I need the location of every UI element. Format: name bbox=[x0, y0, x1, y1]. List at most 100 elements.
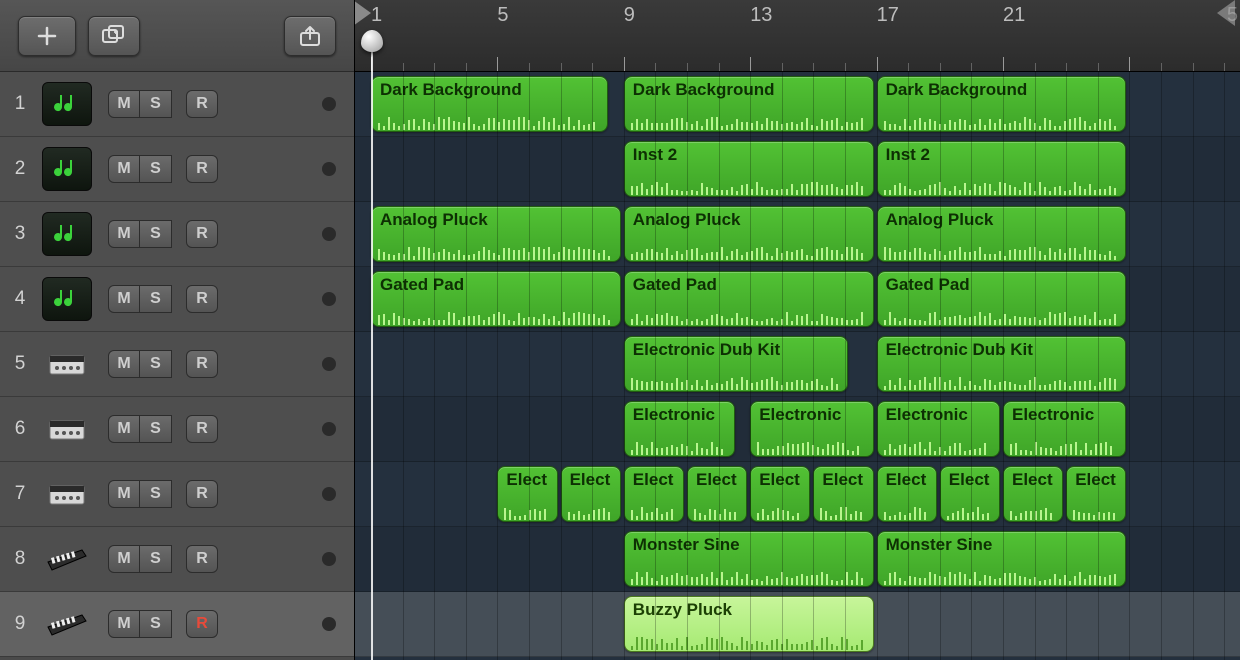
midi-region[interactable]: Gated Pad bbox=[371, 271, 621, 327]
midi-region[interactable]: Buzzy Pluck bbox=[624, 596, 874, 652]
midi-region[interactable]: Inst 2 bbox=[624, 141, 874, 197]
track-header[interactable]: 1MSR bbox=[0, 72, 354, 137]
midi-region[interactable]: Analog Pluck bbox=[624, 206, 874, 262]
track-icon[interactable] bbox=[42, 147, 92, 191]
midi-region[interactable]: Elect bbox=[561, 466, 621, 522]
mute-button[interactable]: M bbox=[108, 285, 140, 313]
record-enable-button[interactable]: R bbox=[186, 480, 218, 508]
track-header[interactable]: 8MSR bbox=[0, 527, 354, 592]
mute-button[interactable]: M bbox=[108, 350, 140, 378]
catch-playhead-button[interactable] bbox=[284, 16, 336, 56]
region-label: Elect bbox=[751, 467, 809, 490]
track-icon[interactable] bbox=[42, 472, 92, 516]
track-icon[interactable] bbox=[42, 212, 92, 256]
midi-region[interactable]: Elect bbox=[624, 466, 684, 522]
midi-region[interactable]: Elect bbox=[1003, 466, 1063, 522]
midi-region[interactable]: Electronic bbox=[624, 401, 735, 457]
midi-region[interactable]: Elect bbox=[940, 466, 1000, 522]
track-buttons: MSR bbox=[108, 610, 218, 638]
track-icon[interactable] bbox=[42, 407, 92, 451]
region-preview bbox=[757, 437, 866, 451]
region-label: Elect bbox=[878, 467, 936, 490]
mute-button[interactable]: M bbox=[108, 220, 140, 248]
midi-region[interactable]: Monster Sine bbox=[877, 531, 1127, 587]
mute-button[interactable]: M bbox=[108, 480, 140, 508]
solo-button[interactable]: S bbox=[140, 545, 172, 573]
track-lane[interactable]: Buzzy Pluck bbox=[355, 592, 1240, 657]
track-lane[interactable]: ElectElectElectElectElectElectElectElect… bbox=[355, 462, 1240, 527]
solo-button[interactable]: S bbox=[140, 350, 172, 378]
track-icon[interactable] bbox=[42, 342, 92, 386]
record-enable-button[interactable]: R bbox=[186, 285, 218, 313]
midi-region[interactable]: Elect bbox=[750, 466, 810, 522]
ruler-tick bbox=[1129, 57, 1130, 71]
mute-button[interactable]: M bbox=[108, 415, 140, 443]
track-header[interactable]: 4MSR bbox=[0, 267, 354, 332]
track-header[interactable]: 2MSR bbox=[0, 137, 354, 202]
ruler-tick bbox=[1066, 63, 1067, 71]
track-lane[interactable]: Analog PluckAnalog PluckAnalog Pluck bbox=[355, 202, 1240, 267]
ruler-tick bbox=[1035, 63, 1036, 71]
midi-region[interactable]: Dark Background bbox=[624, 76, 874, 132]
record-enable-button[interactable]: R bbox=[186, 610, 218, 638]
track-icon[interactable] bbox=[42, 277, 92, 321]
arrange-area[interactable]: 1591317215 Dark BackgroundDark Backgroun… bbox=[355, 0, 1240, 660]
record-enable-button[interactable]: R bbox=[186, 220, 218, 248]
record-enable-button[interactable]: R bbox=[186, 90, 218, 118]
midi-region[interactable]: Electronic bbox=[1003, 401, 1126, 457]
midi-region[interactable]: Analog Pluck bbox=[877, 206, 1127, 262]
track-icon[interactable] bbox=[42, 537, 92, 581]
track-header[interactable]: 7MSR bbox=[0, 462, 354, 527]
mute-button[interactable]: M bbox=[108, 155, 140, 183]
midi-region[interactable]: Analog Pluck bbox=[371, 206, 621, 262]
midi-region[interactable]: Monster Sine bbox=[624, 531, 874, 587]
midi-region[interactable]: Electronic Dub Kit bbox=[624, 336, 849, 392]
mute-button[interactable]: M bbox=[108, 90, 140, 118]
midi-region[interactable]: Gated Pad bbox=[877, 271, 1127, 327]
track-header[interactable]: 9MSR bbox=[0, 592, 354, 657]
track-lane[interactable]: Gated PadGated PadGated Pad bbox=[355, 267, 1240, 332]
solo-button[interactable]: S bbox=[140, 155, 172, 183]
track-header[interactable]: 3MSR bbox=[0, 202, 354, 267]
region-preview bbox=[378, 307, 614, 321]
track-lane[interactable]: Monster SineMonster Sine bbox=[355, 527, 1240, 592]
midi-region[interactable]: Elect bbox=[497, 466, 557, 522]
midi-region[interactable]: Dark Background bbox=[877, 76, 1127, 132]
track-header[interactable]: 5MSR bbox=[0, 332, 354, 397]
midi-region[interactable]: Elect bbox=[877, 466, 937, 522]
midi-region[interactable]: Elect bbox=[813, 466, 873, 522]
track-lane[interactable]: Inst 2Inst 2 bbox=[355, 137, 1240, 202]
solo-button[interactable]: S bbox=[140, 415, 172, 443]
record-enable-button[interactable]: R bbox=[186, 350, 218, 378]
solo-button[interactable]: S bbox=[140, 90, 172, 118]
record-enable-button[interactable]: R bbox=[186, 415, 218, 443]
midi-region[interactable]: Elect bbox=[1066, 466, 1126, 522]
track-lane[interactable]: Dark BackgroundDark BackgroundDark Backg… bbox=[355, 72, 1240, 137]
mute-button[interactable]: M bbox=[108, 610, 140, 638]
track-header[interactable]: 6 MSR bbox=[0, 397, 354, 462]
midi-region[interactable]: Dark Background bbox=[371, 76, 608, 132]
midi-region[interactable]: Gated Pad bbox=[624, 271, 874, 327]
record-enable-button[interactable]: R bbox=[186, 155, 218, 183]
midi-region[interactable]: Elect bbox=[687, 466, 747, 522]
track-lane[interactable]: ElectronicElectronicElectronicElectronic bbox=[355, 397, 1240, 462]
midi-region[interactable]: Electronic bbox=[877, 401, 1000, 457]
midi-region[interactable]: Electronic bbox=[750, 401, 873, 457]
track-buttons: MSR bbox=[108, 350, 218, 378]
track-icon[interactable] bbox=[42, 602, 92, 646]
track-icon[interactable] bbox=[42, 82, 92, 126]
solo-button[interactable]: S bbox=[140, 220, 172, 248]
duplicate-track-button[interactable] bbox=[88, 16, 140, 56]
mute-button[interactable]: M bbox=[108, 545, 140, 573]
midi-region[interactable]: Electronic Dub Kit bbox=[877, 336, 1127, 392]
bar-ruler[interactable]: 1591317215 bbox=[355, 0, 1240, 72]
record-enable-button[interactable]: R bbox=[186, 545, 218, 573]
track-lane[interactable]: Electronic Dub Kit Electronic Dub Kit bbox=[355, 332, 1240, 397]
add-track-button[interactable] bbox=[18, 16, 76, 56]
solo-button[interactable]: S bbox=[140, 610, 172, 638]
solo-button[interactable]: S bbox=[140, 480, 172, 508]
midi-region[interactable]: Inst 2 bbox=[877, 141, 1127, 197]
region-preview bbox=[631, 177, 867, 191]
track-number: 6 bbox=[0, 418, 40, 440]
solo-button[interactable]: S bbox=[140, 285, 172, 313]
